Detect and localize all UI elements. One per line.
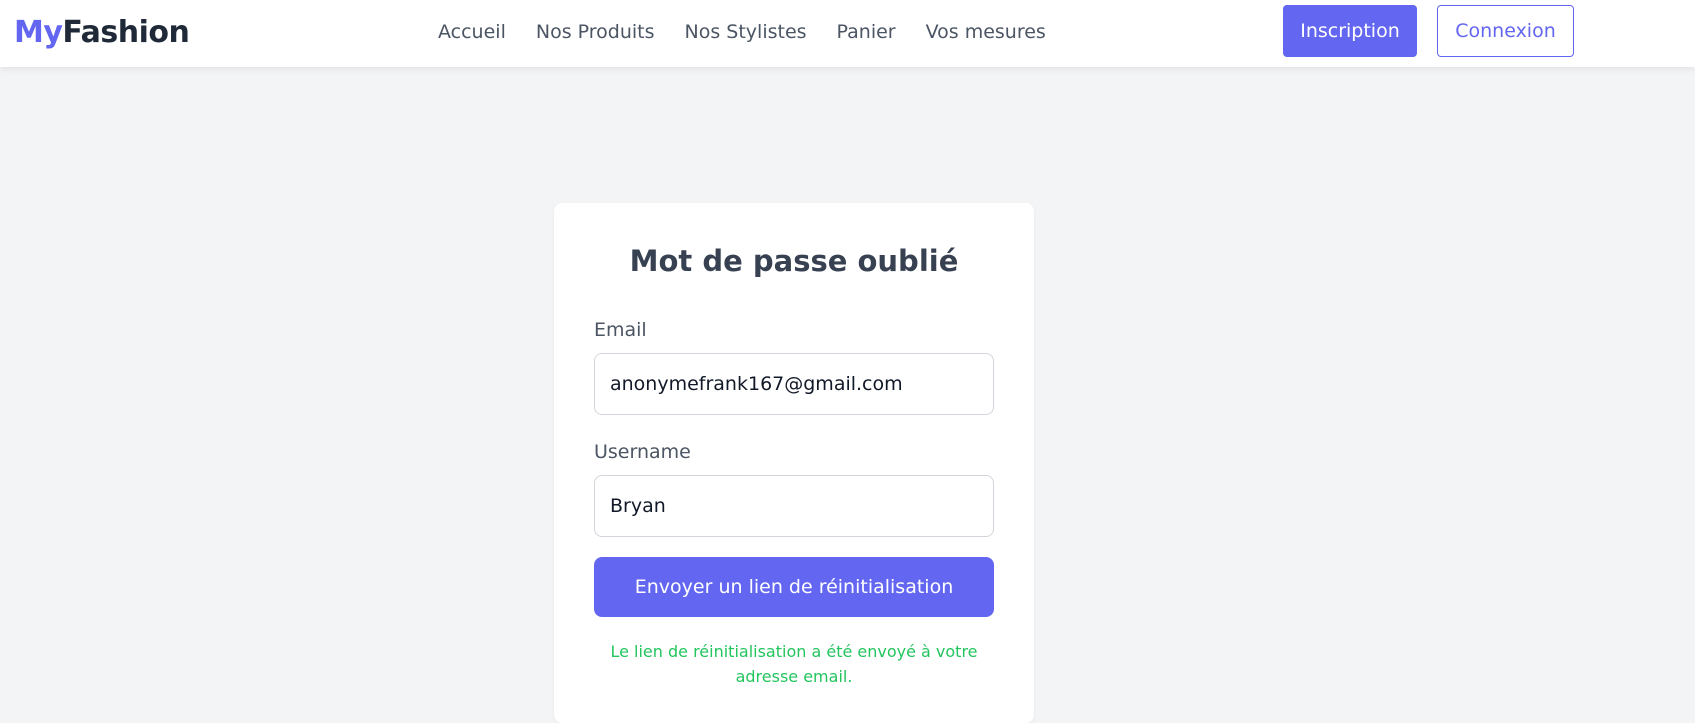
nav-link-panier[interactable]: Panier [837,19,896,45]
top-navbar: MyFashion Accueil Nos Produits Nos Styli… [0,0,1695,67]
nav-link-accueil[interactable]: Accueil [438,19,506,45]
email-label: Email [594,319,647,341]
nav-link-nos-stylistes[interactable]: Nos Stylistes [685,19,807,45]
main-nav: Accueil Nos Produits Nos Stylistes Panie… [438,19,1046,45]
page-title: Mot de passe oublié [629,244,959,278]
nav-link-nos-produits[interactable]: Nos Produits [536,19,655,45]
register-button[interactable]: Inscription [1283,5,1417,57]
logo-prefix: My [14,15,63,50]
forgot-password-card: Mot de passe oublié Email Username Envoy… [554,203,1034,723]
send-reset-link-button[interactable]: Envoyer un lien de réinitialisation [594,557,994,617]
success-message: Le lien de réinitialisation a été envoyé… [610,642,978,686]
login-button[interactable]: Connexion [1437,5,1574,57]
logo-suffix: Fashion [62,15,190,50]
username-field[interactable] [594,475,994,537]
email-field[interactable] [594,353,994,415]
nav-link-vos-mesures[interactable]: Vos mesures [926,19,1046,45]
username-label: Username [594,441,691,463]
brand-logo[interactable]: MyFashion [14,15,190,51]
